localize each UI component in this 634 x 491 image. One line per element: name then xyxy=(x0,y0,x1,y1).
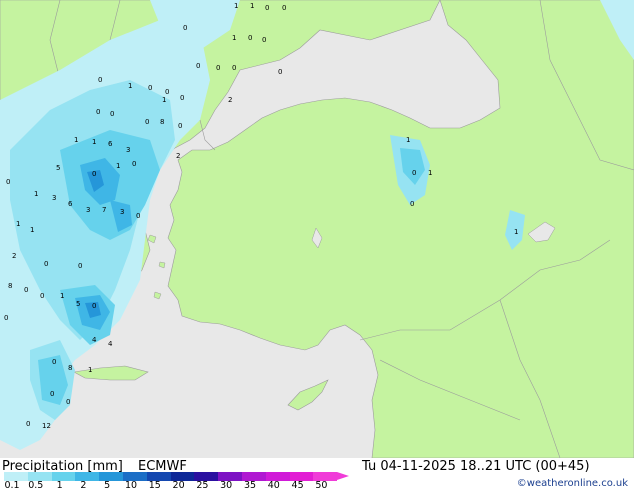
precip-value: 1 xyxy=(88,366,92,374)
precip-value: 6 xyxy=(108,140,113,148)
precip-value: 2 xyxy=(176,152,180,160)
precip-value: 6 xyxy=(68,200,73,208)
precip-value: 1 xyxy=(250,2,254,10)
precip-value: 0 xyxy=(50,390,54,398)
precip-value: 1 xyxy=(16,220,20,228)
precip-value: 1 xyxy=(428,169,432,177)
precip-value: 4 xyxy=(92,336,97,344)
precip-value: 0 xyxy=(98,76,102,84)
scale-label: 0.1 xyxy=(4,480,20,491)
scale-label: 40 xyxy=(267,480,280,491)
scale-label: 50 xyxy=(315,480,328,491)
precip-value: 0 xyxy=(278,68,282,76)
scale-label: 35 xyxy=(243,480,257,491)
precip-value: 1 xyxy=(116,162,120,170)
precip-value: 3 xyxy=(52,194,56,202)
precip-value: 8 xyxy=(8,282,12,290)
precip-value: 8 xyxy=(160,118,164,126)
precip-value: 0 xyxy=(148,84,152,92)
credit-link[interactable]: ©weatheronline.co.uk xyxy=(517,478,628,489)
scale-label: 2 xyxy=(80,480,87,491)
precip-value: 0 xyxy=(165,88,169,96)
precip-value: 1 xyxy=(34,190,38,198)
precip-value: 1 xyxy=(30,226,34,234)
scale-swatch xyxy=(99,472,123,481)
precip-value: 0 xyxy=(136,212,140,220)
precip-value: 0 xyxy=(92,170,96,178)
precip-value: 0 xyxy=(110,110,114,118)
scale-label: 45 xyxy=(291,480,304,491)
footer-bar: Precipitation [mm] ECMWF Tu 04-11-2025 1… xyxy=(0,458,634,491)
precip-value: 0 xyxy=(248,34,252,42)
scale-label: 20 xyxy=(172,480,185,491)
precip-value: 1 xyxy=(92,138,96,146)
precip-value: 0 xyxy=(410,200,414,208)
scale-label: 5 xyxy=(104,480,111,491)
precip-value: 2 xyxy=(228,96,232,104)
precip-value: 0 xyxy=(66,398,70,406)
precip-value: 0 xyxy=(132,160,136,168)
precip-value: 1 xyxy=(60,292,64,300)
scale-label: 1 xyxy=(56,480,63,491)
precip-value: 12 xyxy=(42,422,51,430)
precip-value: 0 xyxy=(196,62,200,70)
scale-label: 15 xyxy=(148,480,161,491)
scale-arrow xyxy=(337,472,350,480)
scale-label: 30 xyxy=(220,480,233,491)
precip-value: 8 xyxy=(68,364,72,372)
precip-value: 1 xyxy=(128,82,132,90)
precip-value: 0 xyxy=(265,4,269,12)
precip-value: 1 xyxy=(232,34,236,42)
precip-value: 0 xyxy=(4,314,8,322)
precip-value: 4 xyxy=(108,340,113,348)
precip-value: 0 xyxy=(24,286,28,294)
precip-value: 0 xyxy=(412,169,416,177)
precip-value: 0 xyxy=(145,118,149,126)
scale-label: 25 xyxy=(196,480,209,491)
precip-value: 1 xyxy=(234,2,238,10)
precip-value: 0 xyxy=(44,260,48,268)
precip-value: 0 xyxy=(40,292,44,300)
precip-value: 5 xyxy=(76,300,80,308)
precip-value: 1 xyxy=(514,228,518,236)
precip-value: 3 xyxy=(126,146,130,154)
precip-value: 1 xyxy=(406,136,410,144)
precip-value: 0 xyxy=(178,122,182,130)
scale-label: 10 xyxy=(124,480,138,491)
precip-value: 0 xyxy=(183,24,187,32)
scale-swatch xyxy=(75,472,100,481)
precip-value: 0 xyxy=(96,108,100,116)
scale-swatch xyxy=(51,472,76,481)
precip-value: 0 xyxy=(26,420,30,428)
precip-value: 3 xyxy=(120,208,124,216)
precip-value: 3 xyxy=(86,206,90,214)
precipitation-map: 1 1 0 001 0 000 0 0 01 0 021 00 00 8 01 1 632501 010 107 3 0… xyxy=(0,0,634,458)
precip-value: 1 xyxy=(74,136,78,144)
precip-value: 0 xyxy=(92,302,96,310)
precip-value: 0 xyxy=(262,36,266,44)
precip-value: 0 xyxy=(216,64,220,72)
scale-label: 0.5 xyxy=(28,480,44,491)
precip-value: 2 xyxy=(12,252,16,260)
precip-value: 0 xyxy=(180,94,184,102)
precip-value: 0 xyxy=(232,64,236,72)
precip-value: 0 xyxy=(6,178,10,186)
precip-value: 7 xyxy=(102,206,106,214)
precip-value: 0 xyxy=(78,262,82,270)
precip-value: 5 xyxy=(56,164,60,172)
precip-value: 0 xyxy=(52,358,56,366)
map-datetime: Tu 04-11-2025 18..21 UTC (00+45) xyxy=(362,459,590,474)
precip-value: 0 xyxy=(282,4,286,12)
precip-value: 1 xyxy=(162,96,166,104)
